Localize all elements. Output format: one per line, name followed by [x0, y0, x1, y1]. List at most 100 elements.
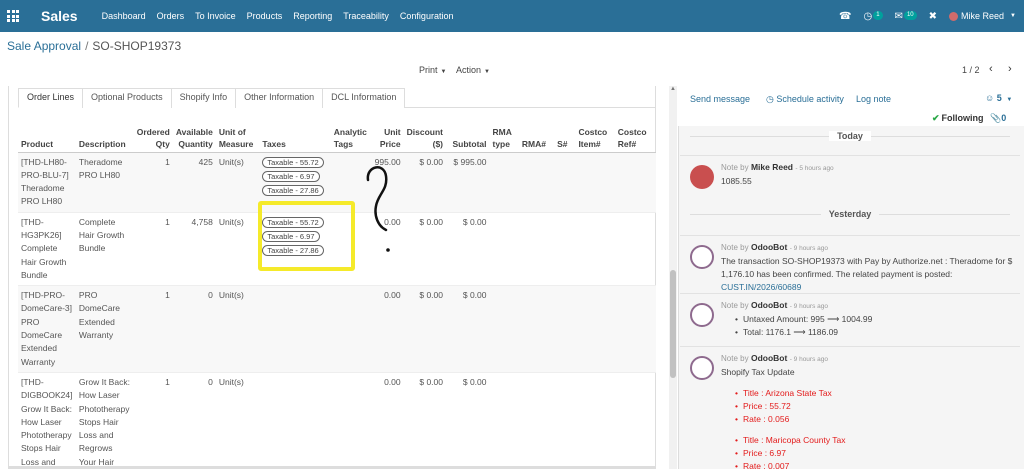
- chatter-message[interactable]: Note by OdooBot - 9 hours ago Untaxed Am…: [680, 293, 1020, 343]
- activity-icon[interactable]: ◷ 1: [863, 10, 883, 22]
- cell-discount: $ 0.00: [403, 152, 446, 213]
- header-product[interactable]: Product: [18, 122, 76, 153]
- pager-previous-icon[interactable]: ‹: [989, 63, 993, 75]
- message-author[interactable]: OdooBot: [751, 353, 787, 363]
- cell-costco-item: [575, 372, 615, 469]
- cell-description: Theradome PRO LH80: [75, 152, 134, 213]
- cell-discount: $ 0.00: [403, 212, 446, 287]
- cell-description: Complete Hair Growth Bundle: [75, 212, 134, 287]
- header-taxes[interactable]: Taxes: [259, 122, 331, 153]
- phone-icon[interactable]: ☎: [839, 11, 851, 22]
- chatter-message[interactable]: Note by OdooBot - 9 hours ago The transa…: [680, 235, 1020, 292]
- cell-s-number: [554, 152, 576, 213]
- log-note-button[interactable]: Log note: [856, 94, 891, 104]
- attachments-button[interactable]: 📎0: [990, 113, 1006, 124]
- cell-rma-number: [518, 212, 555, 287]
- cell-uom: Unit(s): [215, 372, 260, 469]
- following-button[interactable]: ✔ Following: [932, 113, 984, 124]
- tab-order-lines[interactable]: Order Lines: [18, 88, 84, 108]
- tax-update-item: Title : Arizona State Tax: [735, 387, 1017, 400]
- message-text: 1085.55: [721, 176, 752, 186]
- date-separator-yesterday: Yesterday: [680, 209, 1020, 219]
- breadcrumb-separator: /: [85, 39, 89, 53]
- chevron-down-icon: ▼: [440, 69, 447, 75]
- odoobot-avatar: [690, 356, 714, 380]
- table-row[interactable]: [THD-PRO-DomeCare-3] PRO DomeCare Extend…: [18, 285, 656, 373]
- message-author[interactable]: OdooBot: [751, 300, 787, 310]
- tax-tag[interactable]: Taxable - 6.97: [262, 170, 320, 182]
- header-costco-ref[interactable]: Costco Ref#: [614, 122, 656, 153]
- pager-value[interactable]: 1 / 2: [962, 65, 980, 75]
- followers-dropdown[interactable]: ☺ 5 ▼: [985, 93, 1012, 103]
- chevron-down-icon: ▼: [1010, 13, 1016, 19]
- header-available-qty[interactable]: Available Quantity: [172, 122, 216, 153]
- cell-analytic-tags: [330, 372, 370, 469]
- user-name: Mike Reed: [961, 11, 1005, 21]
- schedule-activity-button[interactable]: ◷ Schedule activity: [766, 94, 844, 105]
- user-avatar: [949, 11, 959, 21]
- message-author[interactable]: Mike Reed: [751, 162, 793, 172]
- form-scrollbar-thumb[interactable]: [670, 270, 676, 378]
- header-uom[interactable]: Unit of Measure: [215, 122, 260, 153]
- apps-menu-icon[interactable]: [7, 10, 19, 22]
- cell-discount: $ 0.00: [403, 285, 446, 373]
- nav-to-invoice[interactable]: To Invoice: [195, 11, 236, 21]
- chatter-message[interactable]: Note by Mike Reed - 5 hours ago 1085.55: [680, 155, 1020, 197]
- tab-other-information[interactable]: Other Information: [235, 88, 324, 108]
- date-separator-label: Yesterday: [820, 209, 880, 219]
- nav-reporting[interactable]: Reporting: [293, 11, 332, 21]
- tax-tag[interactable]: Taxable - 55.72: [262, 156, 324, 168]
- cell-available: 0: [172, 372, 216, 469]
- table-row[interactable]: [THD-DIGBOOK24] Grow It Back: How Laser …: [18, 372, 656, 469]
- breadcrumb-parent[interactable]: Sale Approval: [7, 39, 81, 53]
- user-menu[interactable]: Mike Reed ▼: [949, 11, 1016, 21]
- print-dropdown[interactable]: Print ▼: [419, 65, 446, 75]
- cell-product: [THD-LH80-PRO-BLU-7] Theradome PRO LH80: [18, 152, 76, 213]
- header-unit-price[interactable]: Unit Price: [369, 122, 404, 153]
- nav-products[interactable]: Products: [247, 11, 283, 21]
- messages-icon[interactable]: ✉ 10: [895, 10, 917, 22]
- avatar: [690, 165, 714, 189]
- cell-costco-item: [575, 212, 615, 287]
- header-description[interactable]: Description: [75, 122, 134, 153]
- tracking-values-list: Untaxed Amount: 995 ⟶ 1004.99 Total: 117…: [735, 313, 1017, 339]
- cell-subtotal: $ 0.00: [446, 212, 490, 287]
- header-subtotal[interactable]: Subtotal: [446, 122, 490, 153]
- cell-available: 4,758: [172, 212, 216, 287]
- header-analytic-tags[interactable]: Analytic Tags: [330, 122, 370, 153]
- tab-optional-products[interactable]: Optional Products: [82, 88, 172, 108]
- message-time: - 9 hours ago: [789, 356, 828, 363]
- print-label: Print: [419, 65, 438, 75]
- nav-orders[interactable]: Orders: [157, 11, 185, 21]
- tab-shopify-info[interactable]: Shopify Info: [170, 88, 237, 108]
- header-costco-item[interactable]: Costco Item#: [575, 122, 615, 153]
- chevron-down-icon: ▼: [484, 69, 490, 75]
- cell-costco-ref: [614, 212, 656, 287]
- tools-icon[interactable]: ✖: [929, 11, 937, 22]
- clock-icon: ◷: [766, 94, 777, 104]
- header-rma-type[interactable]: RMA type: [489, 122, 519, 153]
- scroll-up-icon[interactable]: ▲: [669, 86, 677, 92]
- cell-analytic-tags: [330, 285, 370, 373]
- cell-rma-type: [489, 372, 519, 469]
- nav-configuration[interactable]: Configuration: [400, 11, 454, 21]
- header-rma-number[interactable]: RMA#: [518, 122, 555, 153]
- header-s-number[interactable]: S#: [554, 122, 576, 153]
- cell-subtotal: $ 0.00: [446, 285, 490, 373]
- message-author[interactable]: OdooBot: [751, 242, 787, 252]
- nav-traceability[interactable]: Traceability: [343, 11, 389, 21]
- user-icon: ☺: [985, 93, 997, 103]
- chatter-message[interactable]: Note by OdooBot - 9 hours ago Shopify Ta…: [680, 346, 1020, 469]
- header-discount[interactable]: Discount ($): [403, 122, 446, 153]
- send-message-button[interactable]: Send message: [690, 94, 750, 104]
- action-dropdown[interactable]: Action ▼: [456, 65, 490, 75]
- tab-dcl-information[interactable]: DCL Information: [322, 88, 406, 108]
- message-time: - 5 hours ago: [795, 165, 834, 172]
- header-ordered-qty[interactable]: Ordered Qty: [133, 122, 173, 153]
- cell-taxes: [259, 372, 331, 469]
- cell-description: Grow It Back: How Laser Phototherapy Sto…: [75, 372, 134, 469]
- nav-dashboard[interactable]: Dashboard: [102, 11, 146, 21]
- pager-next-icon[interactable]: ›: [1008, 63, 1012, 75]
- breadcrumb: Sale Approval / SO-SHOP19373: [7, 39, 181, 53]
- tax-tag[interactable]: Taxable - 27.86: [262, 184, 324, 196]
